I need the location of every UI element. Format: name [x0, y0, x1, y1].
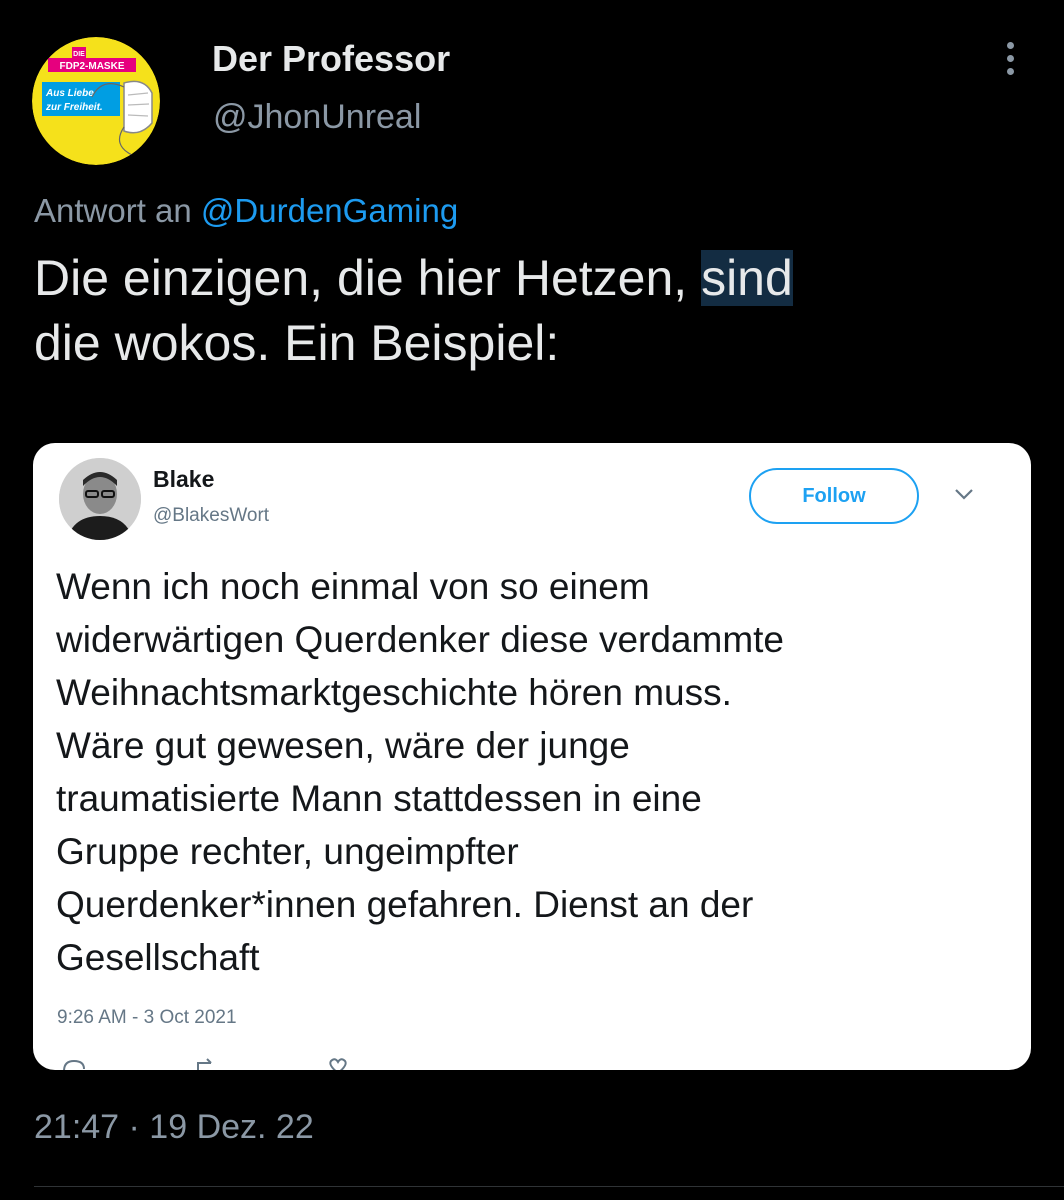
tweet-text-highlighted-word: sind: [701, 250, 793, 306]
embedded-text-line: Gesellschaft: [56, 937, 260, 978]
embedded-text-line: Wäre gut gewesen, wäre der junge: [56, 725, 630, 766]
embedded-tweet-actions: [57, 1057, 377, 1070]
embedded-text-line: Querdenker*innen gefahren. Dienst an der: [56, 884, 754, 925]
embedded-text-line: Weihnachtsmarktgeschichte hören muss.: [56, 672, 732, 713]
reply-mention-link[interactable]: @DurdenGaming: [201, 192, 458, 229]
embedded-text-line: Wenn ich noch einmal von so einem: [56, 566, 650, 607]
reply-icon: [63, 1059, 85, 1070]
reply-context: Antwort an @DurdenGaming: [34, 192, 458, 230]
like-icon: [329, 1058, 347, 1070]
embedded-author-avatar: [59, 458, 141, 540]
badge-line-3: Aus Liebe: [45, 88, 94, 99]
author-avatar[interactable]: DIE FDP2-MASKE Aus Liebe zur Freiheit.: [32, 37, 160, 165]
chevron-down-icon: [955, 489, 973, 500]
badge-line-2: FDP2-MASKE: [59, 61, 124, 72]
follow-button: Follow: [749, 468, 919, 524]
tweet-text: Die einzigen, die hier Hetzen, sind die …: [34, 246, 1024, 376]
tweet-timestamp[interactable]: 21:47 · 19 Dez. 22: [34, 1108, 314, 1147]
badge-line-4: zur Freiheit.: [45, 102, 103, 113]
author-handle[interactable]: @JhonUnreal: [213, 98, 421, 137]
embedded-tweet-text: Wenn ich noch einmal von so einem widerw…: [56, 560, 1016, 984]
embedded-text-line: widerwärtigen Querdenker diese verdammte: [56, 619, 785, 660]
person-photo-icon: [59, 458, 141, 540]
tweet-text-line2: die wokos. Ein Beispiel:: [34, 315, 560, 371]
embedded-text-line: Gruppe rechter, ungeimpfter: [56, 831, 519, 872]
fdp-mask-badge-image: DIE FDP2-MASKE Aus Liebe zur Freiheit.: [32, 37, 160, 165]
embedded-tweet-timestamp: 9:26 AM - 3 Oct 2021: [57, 1007, 237, 1028]
tweet-header: DIE FDP2-MASKE Aus Liebe zur Freiheit. D…: [0, 0, 1064, 180]
divider: [34, 1186, 1064, 1187]
more-options-icon[interactable]: [992, 36, 1028, 80]
embedded-text-line: traumatisierte Mann stattdessen in eine: [56, 778, 702, 819]
embedded-author-name: Blake: [153, 466, 215, 492]
retweet-icon: [197, 1058, 212, 1070]
tweet-text-line1: Die einzigen, die hier Hetzen,: [34, 250, 688, 306]
badge-line-1: DIE: [73, 51, 85, 58]
reply-prefix: Antwort an: [34, 192, 192, 229]
embedded-author-handle: @BlakesWort: [153, 505, 270, 526]
author-display-name[interactable]: Der Professor: [212, 38, 450, 80]
embedded-tweet-screenshot[interactable]: Blake @BlakesWort Follow Wenn ich noch e…: [33, 443, 1031, 1070]
